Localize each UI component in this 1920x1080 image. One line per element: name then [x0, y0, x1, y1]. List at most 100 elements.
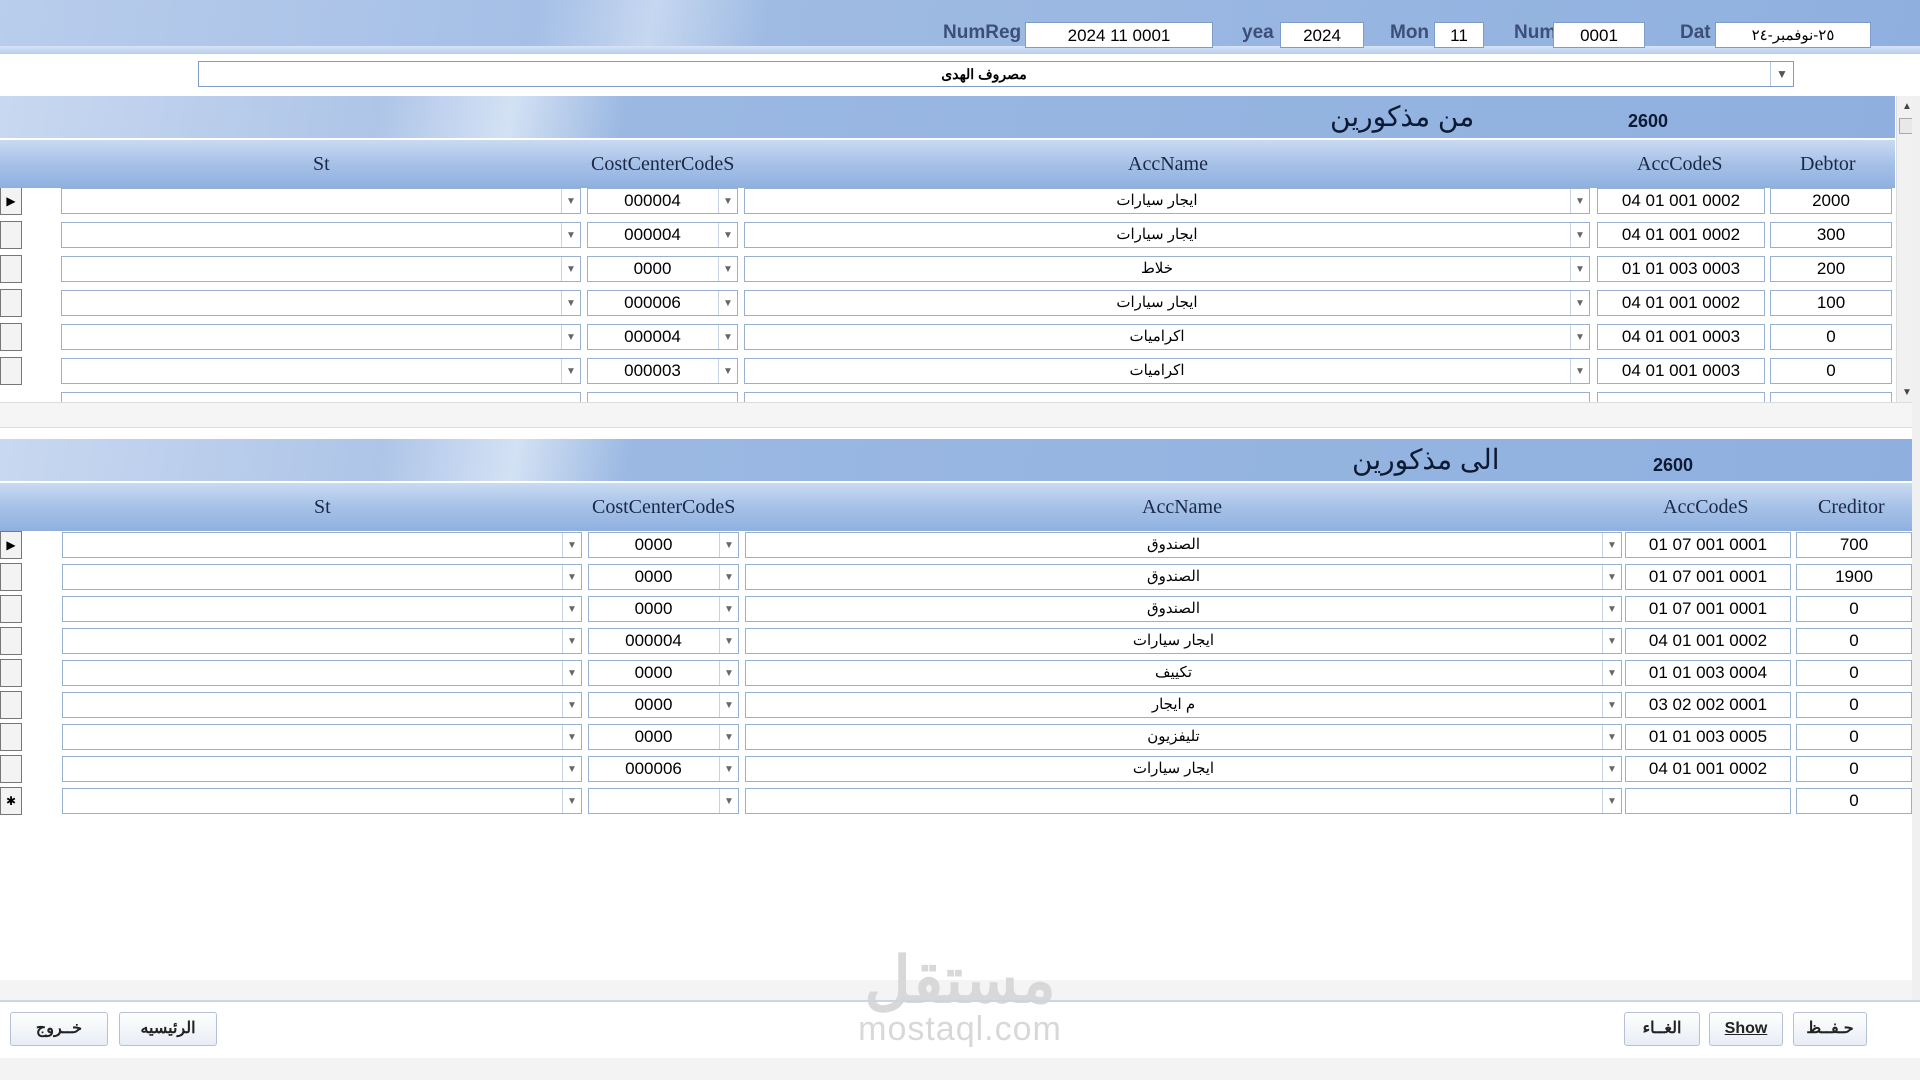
credit-amount-field[interactable]: 0 — [1796, 788, 1912, 814]
debit-amount-field[interactable]: 2000 — [1770, 188, 1892, 214]
credit-acc-code-field[interactable]: 01 07 001 0001 — [1625, 596, 1791, 622]
credit-row[interactable]: ▼ 0000 ▼ م ايجار ▼ 03 02 002 0001 0 — [0, 691, 1912, 720]
chevron-down-icon[interactable]: ▼ — [562, 725, 581, 749]
chevron-down-icon[interactable]: ▼ — [719, 757, 738, 781]
row-selector[interactable] — [0, 691, 22, 719]
credit-amount-field[interactable]: 700 — [1796, 532, 1912, 558]
credit-amount-field[interactable]: 1900 — [1796, 564, 1912, 590]
chevron-down-icon[interactable]: ▼ — [562, 597, 581, 621]
debit-acc-code-field[interactable]: 04 01 001 0002 — [1597, 222, 1765, 248]
credit-acc-code-field[interactable]: 01 01 003 0005 — [1625, 724, 1791, 750]
chevron-down-icon[interactable]: ▼ — [719, 789, 738, 813]
debit-acc-name-dropdown[interactable]: ايجار سيارات ▼ — [744, 188, 1590, 214]
cancel-button[interactable]: الغــاء — [1624, 1012, 1700, 1046]
credit-amount-field[interactable]: 0 — [1796, 628, 1912, 654]
chevron-down-icon[interactable]: ▼ — [1602, 757, 1621, 781]
num-field[interactable]: 0001 — [1553, 22, 1645, 48]
save-button[interactable]: حـفــظ — [1793, 1012, 1867, 1046]
chevron-down-icon[interactable]: ▼ — [1602, 597, 1621, 621]
row-selector[interactable] — [0, 723, 22, 751]
credit-st-dropdown[interactable]: ▼ — [62, 660, 582, 686]
debit-row[interactable]: ▼ 0000 ▼ خلاط ▼ 01 01 003 0003 200 — [0, 255, 1895, 284]
numreg-field[interactable]: 2024 11 0001 — [1025, 22, 1213, 48]
credit-st-dropdown[interactable]: ▼ — [62, 788, 582, 814]
description-combo[interactable]: مصروف الهدى ▼ — [198, 61, 1794, 87]
debit-cost-center-dropdown[interactable]: 000006 ▼ — [587, 290, 738, 316]
credit-st-dropdown[interactable]: ▼ — [62, 724, 582, 750]
chevron-down-icon[interactable]: ▼ — [719, 597, 738, 621]
chevron-down-icon[interactable]: ▼ — [1570, 325, 1589, 349]
credit-acc-name-dropdown[interactable]: الصندوق ▼ — [745, 564, 1622, 590]
credit-row[interactable]: ✱ ▼ ▼ ▼ 0 — [0, 787, 1912, 816]
chevron-down-icon[interactable]: ▼ — [562, 757, 581, 781]
row-selector[interactable] — [0, 357, 22, 385]
credit-st-dropdown[interactable]: ▼ — [62, 564, 582, 590]
chevron-down-icon[interactable]: ▼ — [1602, 629, 1621, 653]
debit-acc-name-dropdown[interactable]: ايجار سيارات ▼ — [744, 290, 1590, 316]
row-selector[interactable] — [0, 659, 22, 687]
credit-amount-field[interactable]: 0 — [1796, 596, 1912, 622]
credit-cost-center-dropdown[interactable]: 0000 ▼ — [588, 724, 739, 750]
credit-acc-code-field[interactable] — [1625, 788, 1791, 814]
debit-row[interactable]: ▶ ▼ 000004 ▼ ايجار سيارات ▼ 04 01 001 0002 2000 — [0, 188, 1895, 216]
chevron-down-icon[interactable]: ▼ — [1570, 223, 1589, 247]
chevron-down-icon[interactable]: ▼ — [561, 223, 580, 247]
debit-acc-name-dropdown[interactable]: خلاط ▼ — [744, 256, 1590, 282]
year-field[interactable]: 2024 — [1280, 22, 1364, 48]
chevron-down-icon[interactable]: ▼ — [561, 325, 580, 349]
chevron-down-icon[interactable]: ▼ — [562, 629, 581, 653]
credit-amount-field[interactable]: 0 — [1796, 756, 1912, 782]
credit-cost-center-dropdown[interactable]: 0000 ▼ — [588, 532, 739, 558]
credit-acc-name-dropdown[interactable]: تكييف ▼ — [745, 660, 1622, 686]
debit-st-dropdown[interactable]: ▼ — [61, 256, 581, 282]
credit-cost-center-dropdown[interactable]: 0000 ▼ — [588, 564, 739, 590]
chevron-down-icon[interactable]: ▼ — [562, 693, 581, 717]
credit-st-dropdown[interactable]: ▼ — [62, 532, 582, 558]
debit-amount-field[interactable]: 100 — [1770, 290, 1892, 316]
chevron-down-icon[interactable]: ▼ — [562, 565, 581, 589]
chevron-down-icon[interactable]: ▼ — [562, 661, 581, 685]
debit-acc-code-field[interactable]: 04 01 001 0003 — [1597, 324, 1765, 350]
chevron-down-icon[interactable]: ▼ — [1570, 189, 1589, 213]
row-selector[interactable] — [0, 221, 22, 249]
row-selector[interactable] — [0, 627, 22, 655]
debit-amount-field[interactable]: 300 — [1770, 222, 1892, 248]
credit-cost-center-dropdown[interactable]: 0000 ▼ — [588, 692, 739, 718]
chevron-down-icon[interactable]: ▼ — [718, 291, 737, 315]
debit-amount-field[interactable]: 0 — [1770, 324, 1892, 350]
credit-cost-center-dropdown[interactable]: 000006 ▼ — [588, 756, 739, 782]
chevron-down-icon[interactable]: ▼ — [1602, 533, 1621, 557]
credit-cost-center-dropdown[interactable]: 0000 ▼ — [588, 596, 739, 622]
debit-acc-code-field[interactable]: 04 01 001 0003 — [1597, 358, 1765, 384]
debit-cost-center-dropdown[interactable]: 000004 ▼ — [587, 324, 738, 350]
debit-st-dropdown[interactable]: ▼ — [61, 324, 581, 350]
row-selector[interactable] — [0, 563, 22, 591]
credit-acc-code-field[interactable]: 03 02 002 0001 — [1625, 692, 1791, 718]
new-row-icon[interactable]: ✱ — [0, 787, 22, 815]
chevron-down-icon[interactable]: ▼ — [719, 693, 738, 717]
chevron-down-icon[interactable]: ▼ — [718, 359, 737, 383]
credit-acc-name-dropdown[interactable]: ايجار سيارات ▼ — [745, 628, 1622, 654]
chevron-down-icon[interactable]: ▼ — [1602, 565, 1621, 589]
chevron-down-icon[interactable]: ▼ — [1570, 359, 1589, 383]
chevron-down-icon[interactable]: ▼ — [718, 189, 737, 213]
credit-acc-name-dropdown[interactable]: ايجار سيارات ▼ — [745, 756, 1622, 782]
chevron-down-icon[interactable]: ▼ — [1570, 257, 1589, 281]
chevron-down-icon[interactable]: ▼ — [1570, 291, 1589, 315]
chevron-down-icon[interactable]: ▼ — [718, 325, 737, 349]
credit-acc-code-field[interactable]: 01 07 001 0001 — [1625, 532, 1791, 558]
row-selector[interactable] — [0, 755, 22, 783]
credit-row[interactable]: ▼ 000006 ▼ ايجار سيارات ▼ 04 01 001 0002 0 — [0, 755, 1912, 784]
chevron-down-icon[interactable]: ▼ — [1770, 62, 1793, 86]
chevron-down-icon[interactable]: ▼ — [719, 725, 738, 749]
chevron-down-icon[interactable]: ▼ — [1602, 789, 1621, 813]
credit-acc-name-dropdown[interactable]: الصندوق ▼ — [745, 596, 1622, 622]
credit-row[interactable]: ▶ ▼ 0000 ▼ الصندوق ▼ 01 07 001 0001 700 — [0, 531, 1912, 560]
exit-button[interactable]: خــروج — [10, 1012, 108, 1046]
credit-amount-field[interactable]: 0 — [1796, 692, 1912, 718]
credit-acc-code-field[interactable]: 04 01 001 0002 — [1625, 756, 1791, 782]
credit-row[interactable]: ▼ 0000 ▼ الصندوق ▼ 01 07 001 0001 1900 — [0, 563, 1912, 592]
debit-st-dropdown[interactable]: ▼ — [61, 358, 581, 384]
debit-amount-field[interactable]: 200 — [1770, 256, 1892, 282]
chevron-down-icon[interactable]: ▼ — [1602, 693, 1621, 717]
